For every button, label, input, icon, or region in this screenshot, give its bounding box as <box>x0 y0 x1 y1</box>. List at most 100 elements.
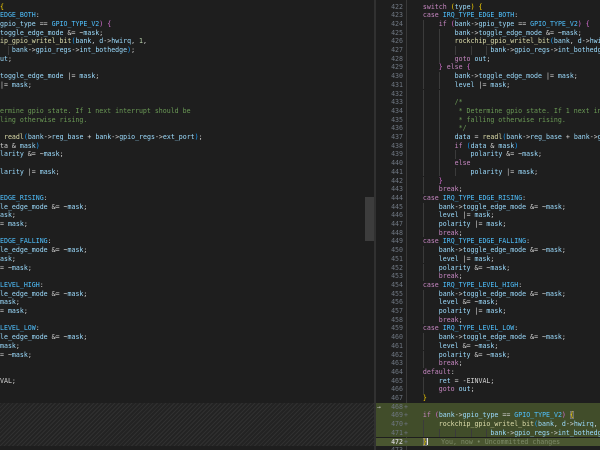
line-number[interactable]: 472 <box>376 438 403 447</box>
modified-code-line[interactable]: 444 case IRQ_TYPE_EDGE_RISING: <box>376 194 600 203</box>
line-number[interactable]: 456 <box>376 298 403 307</box>
line-number[interactable]: 433 <box>376 98 403 107</box>
modified-code-line[interactable]: 426 rockchip_gpio_writel_bit(bank, d->hw… <box>376 37 600 46</box>
line-number[interactable]: 431 <box>376 81 403 90</box>
line-number[interactable]: 441 <box>376 168 403 177</box>
modified-code-line[interactable]: 434 * Determine gpio state. If 1 next in… <box>376 107 600 116</box>
original-code-line[interactable]: bank->gpio_regs->int_bothedge); <box>0 46 374 55</box>
original-code-line[interactable]: EDGE_BOTH: <box>0 11 374 20</box>
original-code-line[interactable] <box>0 124 374 133</box>
line-number[interactable]: 440 <box>376 159 403 168</box>
modified-code-line[interactable]: 448 break; <box>376 229 600 238</box>
modified-code-line[interactable]: 451 level |= mask; <box>376 255 600 264</box>
modified-code-line[interactable]: 462 polarity &= ~mask; <box>376 351 600 360</box>
modified-code-line[interactable]: 469+ if (bank->gpio_type == GPIO_TYPE_V2… <box>376 411 600 420</box>
modified-code-line[interactable]: 461 level &= ~mask; <box>376 342 600 351</box>
modified-pane[interactable]: 421422 switch (type) {423 case IRQ_TYPE_… <box>376 0 600 450</box>
modified-code-line[interactable]: 470+ rockchip_gpio_writel_bit(bank, d->h… <box>376 420 600 429</box>
line-number[interactable]: 444 <box>376 194 403 203</box>
original-code-line[interactable]: ut; <box>0 55 374 64</box>
modified-code-line[interactable]: 438 if (data & mask) <box>376 142 600 151</box>
line-number[interactable]: 429 <box>376 63 403 72</box>
line-number[interactable]: 437 <box>376 133 403 142</box>
original-pane[interactable]: {EDGE_BOTH:gpio_type == GPIO_TYPE_V2) {t… <box>0 0 374 450</box>
line-number[interactable]: 452 <box>376 264 403 273</box>
line-number[interactable]: 448 <box>376 229 403 238</box>
original-code-line[interactable]: le_edge_mode &= ~mask; <box>0 246 374 255</box>
line-number[interactable]: 447 <box>376 220 403 229</box>
modified-code-line[interactable]: 439 polarity &= ~mask; <box>376 150 600 159</box>
original-code-line[interactable]: VAL; <box>0 377 374 386</box>
original-code-line[interactable]: mask; <box>0 298 374 307</box>
line-number[interactable]: 422 <box>376 3 403 12</box>
original-code-line[interactable]: ask; <box>0 211 374 220</box>
modified-code-line[interactable]: 459 case IRQ_TYPE_LEVEL_LOW: <box>376 324 600 333</box>
line-number[interactable]: 459 <box>376 324 403 333</box>
original-code-line[interactable]: = ~mask; <box>0 264 374 273</box>
original-code-line[interactable] <box>0 185 374 194</box>
original-code-line[interactable] <box>0 229 374 238</box>
line-number[interactable]: 473 <box>376 446 403 450</box>
original-code-line[interactable]: le_edge_mode &= ~mask; <box>0 203 374 212</box>
original-code-line[interactable] <box>0 159 374 168</box>
line-number[interactable]: 465 <box>376 377 403 386</box>
line-number[interactable]: 458 <box>376 316 403 325</box>
original-code-line[interactable]: le_edge_mode &= ~mask; <box>0 290 374 299</box>
line-number[interactable]: 423 <box>376 11 403 20</box>
modified-code-line[interactable]: 445 bank->toggle_edge_mode &= ~mask; <box>376 203 600 212</box>
modified-code-line[interactable]: 422 switch (type) { <box>376 3 600 12</box>
line-number[interactable]: 432 <box>376 90 403 99</box>
line-number[interactable]: 469 <box>376 411 403 420</box>
original-code-line[interactable]: toggle_edge_mode |= mask; <box>0 72 374 81</box>
line-number[interactable]: 454 <box>376 281 403 290</box>
modified-code-line[interactable]: 453 break; <box>376 272 600 281</box>
original-code-line[interactable] <box>0 98 374 107</box>
original-code-line[interactable]: ta & mask) <box>0 142 374 151</box>
original-code-line[interactable] <box>0 359 374 368</box>
line-number[interactable]: 462 <box>376 351 403 360</box>
line-number[interactable]: 436 <box>376 124 403 133</box>
modified-code-line[interactable]: 440 else <box>376 159 600 168</box>
line-number[interactable]: 461 <box>376 342 403 351</box>
modified-code-line[interactable]: 457 polarity |= mask; <box>376 307 600 316</box>
original-code-line[interactable] <box>0 177 374 186</box>
left-scrollbar-thumb[interactable] <box>365 197 374 241</box>
line-number[interactable]: 457 <box>376 307 403 316</box>
original-code-line[interactable]: larity &= ~mask; <box>0 150 374 159</box>
line-number[interactable]: 438 <box>376 142 403 151</box>
modified-code-line[interactable]: 471+ bank->gpio_regs->int_bothedge); <box>376 429 600 438</box>
modified-code-line[interactable]: 437 data = readl(bank->reg_base + bank->… <box>376 133 600 142</box>
original-code-line[interactable] <box>0 316 374 325</box>
original-code-line[interactable]: ling otherwise rising. <box>0 116 374 125</box>
original-code-line[interactable] <box>0 368 374 377</box>
modified-code-line[interactable]: 472+ }You, now • Uncommitted changes <box>376 438 600 447</box>
modified-code-line[interactable]: 447 polarity |= mask; <box>376 220 600 229</box>
line-number[interactable]: 453 <box>376 272 403 281</box>
original-code-line[interactable]: le_edge_mode &= ~mask; <box>0 333 374 342</box>
modified-code-line[interactable]: 435 * falling otherwise rising. <box>376 116 600 125</box>
line-number[interactable]: 450 <box>376 246 403 255</box>
original-code-line[interactable]: LEVEL_HIGH: <box>0 281 374 290</box>
modified-code-line[interactable]: 428 goto out; <box>376 55 600 64</box>
modified-code-line[interactable]: 433 /* <box>376 98 600 107</box>
line-number[interactable]: 425 <box>376 29 403 38</box>
original-code-line[interactable] <box>0 394 374 403</box>
original-code-line[interactable] <box>0 90 374 99</box>
modified-code-line[interactable]: 466 goto out; <box>376 385 600 394</box>
line-number[interactable]: 445 <box>376 203 403 212</box>
original-code-line[interactable]: mask; <box>0 342 374 351</box>
line-number[interactable]: 470 <box>376 420 403 429</box>
original-code-line[interactable]: ask; <box>0 255 374 264</box>
modified-code-line[interactable]: 441 polarity |= mask; <box>376 168 600 177</box>
modified-code-line[interactable]: 460 bank->toggle_edge_mode &= ~mask; <box>376 333 600 342</box>
original-code-line[interactable]: EDGE_RISING: <box>0 194 374 203</box>
line-number[interactable]: 455 <box>376 290 403 299</box>
original-code-line[interactable]: gpio_type == GPIO_TYPE_V2) { <box>0 20 374 29</box>
original-code-line[interactable]: EDGE_FALLING: <box>0 237 374 246</box>
line-number[interactable]: 427 <box>376 46 403 55</box>
modified-code-line[interactable]: 452 polarity &= ~mask; <box>376 264 600 273</box>
modified-code-line[interactable]: 465 ret = -EINVAL; <box>376 377 600 386</box>
line-number[interactable]: 467 <box>376 394 403 403</box>
original-code-line[interactable]: |= mask; <box>0 81 374 90</box>
modified-code-line[interactable]: 468+→ <box>376 403 600 412</box>
